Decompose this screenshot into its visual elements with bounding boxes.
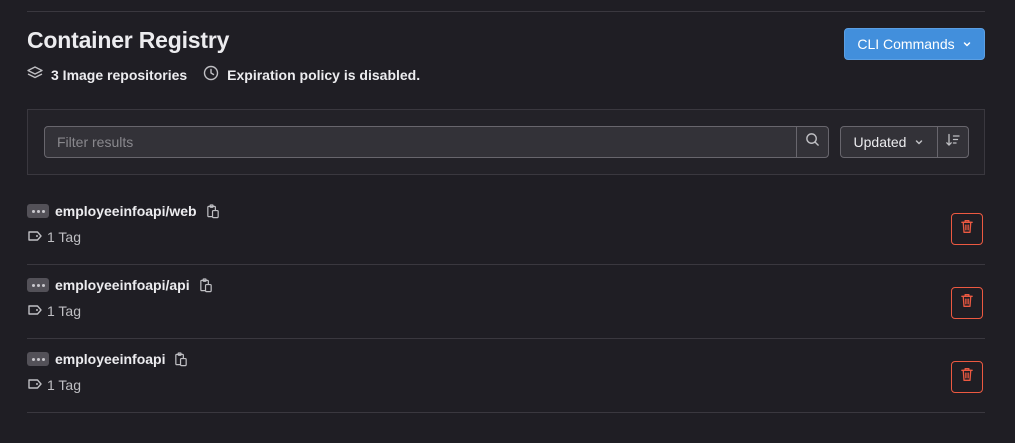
tag-count-text: 1 Tag: [47, 377, 81, 393]
delete-repo-button[interactable]: [951, 361, 983, 393]
layers-icon: [27, 65, 51, 84]
delete-repo-button[interactable]: [951, 287, 983, 319]
label-icon: [27, 229, 47, 245]
repo-name-line: employeeinfoapi/api: [27, 277, 213, 293]
tag-count: 1 Tag: [27, 303, 81, 319]
search-button[interactable]: [796, 127, 828, 157]
copy-icon[interactable]: [199, 277, 213, 293]
sort-label: Updated: [853, 134, 907, 150]
label-icon: [27, 377, 47, 393]
repo-name-link[interactable]: employeeinfoapi: [55, 351, 165, 367]
search-input[interactable]: [45, 127, 796, 157]
ellipsis-button[interactable]: [27, 204, 49, 218]
sort-direction-icon: [945, 132, 961, 153]
chevron-down-icon: [955, 36, 972, 52]
sort-direction-button[interactable]: [937, 127, 968, 157]
repo-name-line: employeeinfoapi: [27, 351, 188, 367]
sort-dropdown[interactable]: Updated: [841, 127, 937, 157]
page-title: Container Registry: [27, 27, 230, 53]
tag-count-text: 1 Tag: [47, 229, 81, 245]
tag-count: 1 Tag: [27, 229, 81, 245]
repo-name-line: employeeinfoapi/web: [27, 203, 220, 219]
copy-icon[interactable]: [206, 203, 220, 219]
sort-control: Updated: [840, 126, 969, 158]
filter-panel: Updated: [27, 109, 985, 175]
search-box: [44, 126, 829, 158]
repo-row: employeeinfoapi/api 1 Tag: [27, 265, 985, 339]
repo-name-link[interactable]: employeeinfoapi/api: [55, 277, 190, 293]
clock-icon: [203, 65, 227, 84]
repo-row: employeeinfoapi/web 1 Tag: [27, 191, 985, 265]
trash-icon: [960, 367, 974, 387]
chevron-down-icon: [906, 134, 924, 150]
search-icon: [805, 132, 820, 152]
expiration-text: Expiration policy is disabled.: [227, 66, 421, 83]
copy-icon[interactable]: [174, 351, 188, 367]
trash-icon: [960, 293, 974, 313]
tag-count: 1 Tag: [27, 377, 81, 393]
registry-meta: 3 Image repositories Expiration policy i…: [27, 65, 436, 84]
expiration-item: Expiration policy is disabled.: [203, 65, 420, 84]
delete-repo-button[interactable]: [951, 213, 983, 245]
tag-count-text: 1 Tag: [47, 303, 81, 319]
label-icon: [27, 303, 47, 319]
repo-count-item: 3 Image repositories: [27, 65, 187, 84]
repo-count-text: 3 Image repositories: [51, 66, 188, 83]
cli-commands-label: CLI Commands: [857, 36, 955, 52]
ellipsis-button[interactable]: [27, 352, 49, 366]
top-divider: [27, 11, 985, 12]
cli-commands-button[interactable]: CLI Commands: [844, 28, 985, 60]
ellipsis-button[interactable]: [27, 278, 49, 292]
repo-row: employeeinfoapi 1 Tag: [27, 339, 985, 413]
repo-name-link[interactable]: employeeinfoapi/web: [55, 203, 197, 219]
trash-icon: [960, 219, 974, 239]
